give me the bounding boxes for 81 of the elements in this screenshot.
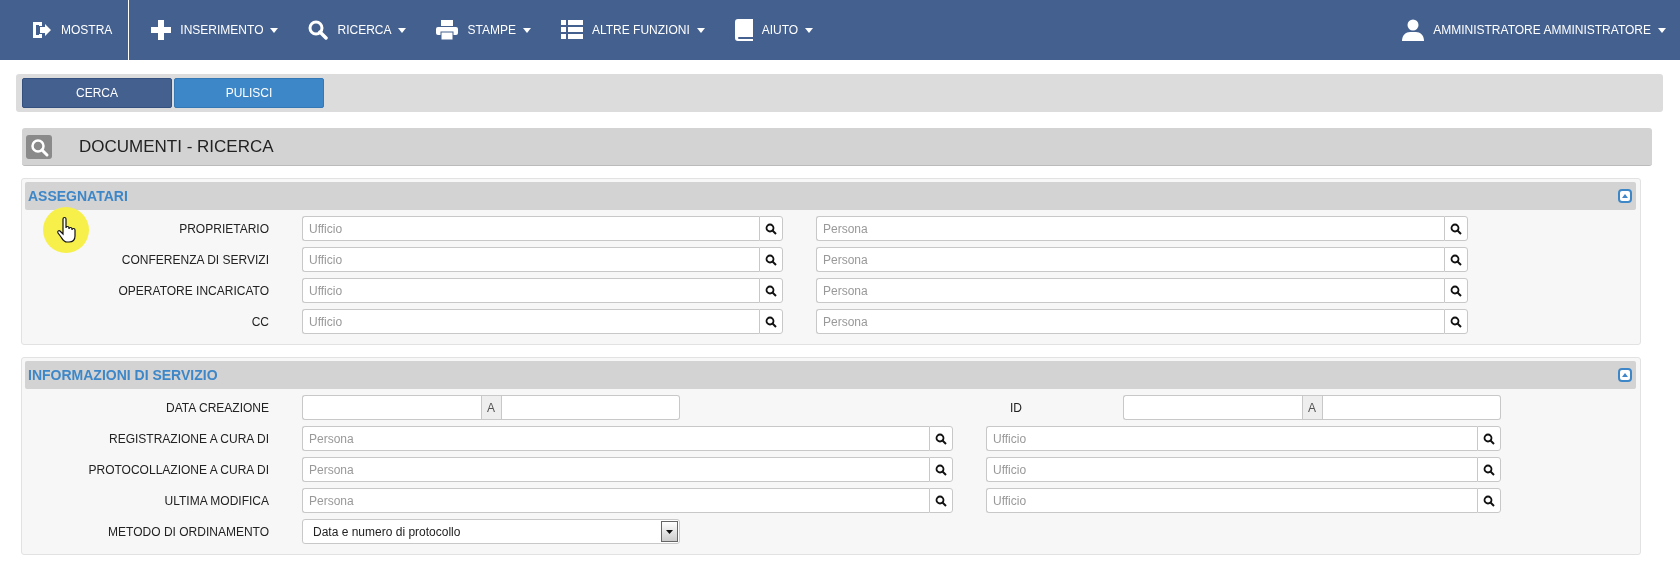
search-button[interactable] bbox=[929, 488, 953, 513]
search-icon bbox=[1483, 432, 1495, 445]
input-field[interactable]: Ufficio bbox=[986, 488, 1477, 513]
input-field[interactable]: Persona bbox=[816, 309, 1444, 334]
input-field[interactable]: Ufficio bbox=[302, 309, 759, 334]
search-button[interactable] bbox=[759, 278, 783, 303]
search-button[interactable] bbox=[929, 426, 953, 451]
input-field[interactable]: Persona bbox=[302, 426, 929, 451]
nav-menu-item[interactable]: INSERIMENTO bbox=[135, 0, 293, 60]
book-icon bbox=[734, 19, 753, 41]
search-button[interactable] bbox=[759, 309, 783, 334]
search-icon bbox=[1450, 222, 1462, 235]
search-button[interactable] bbox=[1477, 426, 1501, 451]
input-field[interactable]: Ufficio bbox=[986, 426, 1477, 451]
input-field[interactable] bbox=[1123, 395, 1302, 420]
search-icon bbox=[308, 20, 329, 40]
input-field[interactable]: Persona bbox=[302, 457, 929, 482]
field-label: PROTOCOLLAZIONE A CURA DI bbox=[87, 462, 269, 477]
field-label: REGISTRAZIONE A CURA DI bbox=[107, 431, 269, 446]
input-field[interactable] bbox=[302, 395, 481, 420]
search-button[interactable] bbox=[1477, 457, 1501, 482]
collapse-icon[interactable] bbox=[1618, 189, 1632, 203]
field-label: METODO DI ORDINAMENTO bbox=[107, 524, 269, 539]
user-menu[interactable]: AMMINISTRATORE AMMINISTRATORE bbox=[1386, 0, 1680, 60]
field-label: ID bbox=[1009, 400, 1023, 415]
search-button[interactable] bbox=[1444, 216, 1468, 241]
field-label: OPERATORE INCARICATO bbox=[117, 283, 269, 298]
toolbar-button[interactable]: PULISCI bbox=[174, 78, 324, 108]
search-icon bbox=[765, 253, 777, 266]
input-field[interactable]: Persona bbox=[302, 488, 929, 513]
printer-icon bbox=[436, 20, 459, 40]
search-icon bbox=[1483, 494, 1495, 507]
input-field[interactable]: Persona bbox=[816, 278, 1444, 303]
search-button[interactable] bbox=[1444, 309, 1468, 334]
input-field[interactable] bbox=[1322, 395, 1501, 420]
page-title: DOCUMENTI - RICERCA bbox=[79, 136, 274, 157]
user-icon bbox=[1402, 19, 1425, 41]
range-separator: A bbox=[480, 395, 502, 420]
search-icon bbox=[1450, 315, 1462, 328]
nav-menu-item[interactable]: ALTRE FUNZIONI bbox=[544, 0, 719, 60]
search-icon bbox=[1450, 253, 1462, 266]
search-button[interactable] bbox=[759, 247, 783, 272]
input-field[interactable]: Persona bbox=[816, 247, 1444, 272]
collapse-icon[interactable] bbox=[1618, 368, 1632, 382]
search-icon bbox=[26, 134, 52, 159]
nav-menu-item[interactable]: STAMPE bbox=[420, 0, 545, 60]
toolbar-button[interactable]: CERCA bbox=[22, 78, 172, 108]
search-button[interactable] bbox=[929, 457, 953, 482]
field-label: ULTIMA MODIFICA bbox=[163, 493, 269, 508]
field-label: PROPRIETARIO bbox=[178, 221, 269, 236]
field-label: CONFERENZA DI SERVIZI bbox=[120, 252, 269, 267]
search-button[interactable] bbox=[1444, 247, 1468, 272]
search-icon bbox=[935, 432, 947, 445]
nav-menu-item[interactable]: RICERCA bbox=[292, 0, 421, 60]
field-label: DATA CREAZIONE bbox=[165, 400, 269, 415]
search-icon bbox=[935, 494, 947, 507]
sort-select[interactable]: Data e numero di protocollo bbox=[302, 519, 680, 544]
search-button[interactable] bbox=[1444, 278, 1468, 303]
search-button[interactable] bbox=[1477, 488, 1501, 513]
plus-icon bbox=[151, 20, 172, 40]
search-button[interactable] bbox=[759, 216, 783, 241]
nav-menu-item[interactable]: AIUTO bbox=[718, 0, 828, 60]
search-icon bbox=[1450, 284, 1462, 297]
search-icon bbox=[1483, 463, 1495, 476]
input-field[interactable]: Persona bbox=[816, 216, 1444, 241]
search-icon bbox=[765, 284, 777, 297]
search-icon bbox=[935, 463, 947, 476]
input-field[interactable] bbox=[501, 395, 680, 420]
input-field[interactable]: Ufficio bbox=[302, 247, 759, 272]
input-field[interactable]: Ufficio bbox=[302, 216, 759, 241]
section-title: INFORMAZIONI DI SERVIZIO bbox=[28, 367, 218, 383]
input-field[interactable]: Ufficio bbox=[302, 278, 759, 303]
section-title: ASSEGNATARI bbox=[28, 188, 128, 204]
logout-icon bbox=[30, 20, 52, 40]
search-icon bbox=[765, 315, 777, 328]
pointer-cursor-icon bbox=[43, 207, 89, 253]
list-icon bbox=[560, 20, 583, 40]
input-field[interactable]: Ufficio bbox=[986, 457, 1477, 482]
range-separator: A bbox=[1301, 395, 1323, 420]
field-label: CC bbox=[250, 314, 269, 329]
search-icon bbox=[765, 222, 777, 235]
